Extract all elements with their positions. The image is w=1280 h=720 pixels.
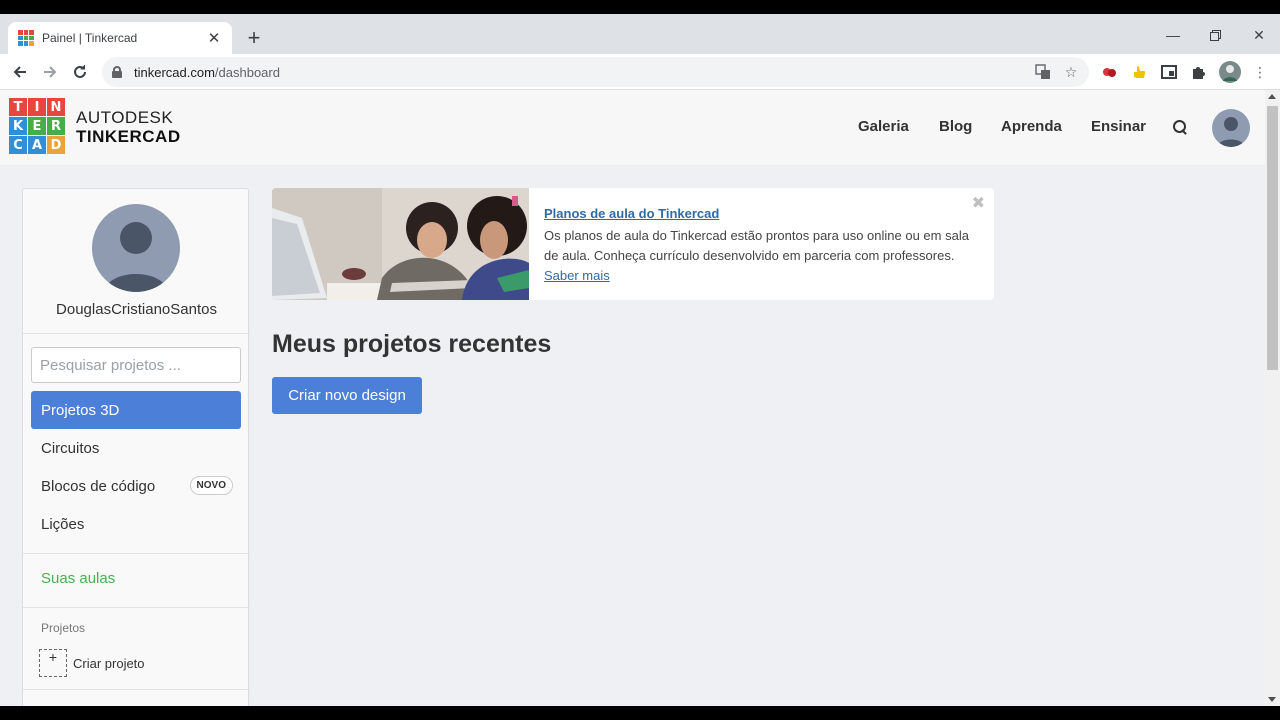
- search-icon[interactable]: [1173, 120, 1188, 135]
- bookmark-star-icon[interactable]: ☆: [1060, 61, 1082, 83]
- sidebar-item-label: Projetos 3D: [41, 401, 120, 419]
- site-header: T I N K E R C A D AUTODESK TINKERCAD Gal…: [0, 90, 1265, 165]
- tinkercad-logo[interactable]: T I N K E R C A D: [9, 98, 65, 154]
- restore-icon[interactable]: [1200, 20, 1230, 50]
- banner-close-icon[interactable]: ✖: [972, 193, 985, 213]
- nav-link-galeria[interactable]: Galeria: [858, 118, 909, 135]
- lock-icon[interactable]: [112, 66, 122, 78]
- sidebar-item-code-blocks[interactable]: Blocos de código NOVO: [31, 467, 241, 505]
- scroll-down-icon[interactable]: [1268, 697, 1276, 702]
- profile-avatar[interactable]: [92, 204, 180, 292]
- recent-projects-heading: Meus projetos recentes: [272, 330, 552, 358]
- extension-thumb-icon[interactable]: [1129, 62, 1149, 82]
- tab-title: Painel | Tinkercad: [42, 31, 138, 45]
- picture-in-picture-icon[interactable]: [1159, 62, 1179, 82]
- back-icon[interactable]: [7, 59, 33, 85]
- banner-image-children-laptop: [272, 188, 529, 300]
- projects-caption: Projetos: [41, 621, 86, 635]
- forward-icon[interactable]: [37, 59, 63, 85]
- sidebar-item-label: Blocos de código: [41, 477, 156, 495]
- scroll-thumb[interactable]: [1267, 106, 1278, 370]
- tinkercad-favicon-icon: [18, 30, 34, 46]
- logo-letter: E: [28, 117, 46, 135]
- brand-line-autodesk: AUTODESK: [76, 108, 174, 127]
- browser-menu-icon[interactable]: ⋮: [1250, 62, 1270, 82]
- brand-line-tinkercad: TINKERCAD: [76, 127, 181, 146]
- lesson-plans-banner: ✖ Planos de aula do Tinkercad Os planos …: [272, 188, 994, 300]
- brand-wordmark[interactable]: AUTODESK TINKERCAD: [76, 108, 181, 146]
- divider: [23, 607, 250, 608]
- translate-icon[interactable]: [1032, 61, 1054, 83]
- header-avatar[interactable]: [1212, 109, 1250, 147]
- sidebar-item-lessons[interactable]: Lições: [31, 505, 241, 543]
- extensions-puzzle-icon[interactable]: [1189, 62, 1209, 82]
- search-projects-input[interactable]: [31, 347, 241, 383]
- banner-description: Os planos de aula do Tinkercad estão pro…: [544, 226, 974, 286]
- page-scrollbar[interactable]: [1265, 90, 1280, 706]
- url-text: tinkercad.com/dashboard: [134, 64, 280, 80]
- logo-letter: A: [28, 136, 46, 154]
- scroll-up-icon[interactable]: [1268, 94, 1276, 99]
- browser-toolbar: tinkercad.com/dashboard ☆ ⋮: [0, 54, 1280, 90]
- logo-letter: K: [9, 117, 27, 135]
- sidebar-item-your-classes[interactable]: Suas aulas: [31, 559, 241, 597]
- create-new-design-button[interactable]: Criar novo design: [272, 377, 422, 414]
- logo-letter: I: [28, 98, 46, 116]
- browser-tab[interactable]: Painel | Tinkercad ✕: [8, 22, 232, 54]
- page-content: T I N K E R C A D AUTODESK TINKERCAD Gal…: [0, 90, 1265, 706]
- logo-letter: D: [47, 136, 65, 154]
- address-bar[interactable]: tinkercad.com/dashboard ☆: [102, 57, 1089, 87]
- nav-link-ensinar[interactable]: Ensinar: [1091, 118, 1146, 135]
- create-project-label: Criar projeto: [73, 655, 145, 671]
- reload-icon[interactable]: [67, 59, 93, 85]
- sidebar-item-circuits[interactable]: Circuitos: [31, 429, 241, 467]
- sidebar: DouglasCristianoSantos Projetos 3D Circu…: [22, 188, 250, 706]
- divider: [23, 689, 250, 690]
- minimize-icon[interactable]: —: [1158, 20, 1188, 50]
- logo-letter: N: [47, 98, 65, 116]
- tab-strip: Painel | Tinkercad ✕ + — ✕: [0, 14, 1280, 54]
- new-tab-icon[interactable]: +: [242, 26, 266, 50]
- plus-icon: +: [39, 649, 67, 677]
- profile-username[interactable]: DouglasCristianoSantos: [23, 301, 250, 318]
- divider: [23, 553, 250, 554]
- browser-window: Painel | Tinkercad ✕ + — ✕ tinkercad.com…: [0, 14, 1280, 706]
- logo-letter: C: [9, 136, 27, 154]
- close-window-icon[interactable]: ✕: [1244, 20, 1274, 50]
- banner-title-link[interactable]: Planos de aula do Tinkercad: [544, 206, 719, 221]
- divider: [23, 333, 250, 334]
- extension-record-icon[interactable]: [1099, 62, 1119, 82]
- browser-profile-avatar-icon[interactable]: [1219, 61, 1241, 83]
- nav-link-blog[interactable]: Blog: [939, 118, 972, 135]
- logo-letter: R: [47, 117, 65, 135]
- sidebar-item-label: Lições: [41, 515, 85, 533]
- sidebar-item-label: Suas aulas: [41, 569, 116, 587]
- new-badge: NOVO: [189, 476, 233, 495]
- learn-more-link[interactable]: Saber mais: [544, 268, 610, 283]
- banner-text: Os planos de aula do Tinkercad estão pro…: [544, 228, 969, 263]
- sidebar-item-3d-projects[interactable]: Projetos 3D: [31, 391, 241, 429]
- logo-letter: T: [9, 98, 27, 116]
- sidebar-item-label: Circuitos: [41, 439, 100, 457]
- tab-close-icon[interactable]: ✕: [206, 29, 222, 47]
- nav-link-aprenda[interactable]: Aprenda: [1001, 118, 1062, 135]
- create-project-button[interactable]: + Criar projeto: [39, 649, 145, 677]
